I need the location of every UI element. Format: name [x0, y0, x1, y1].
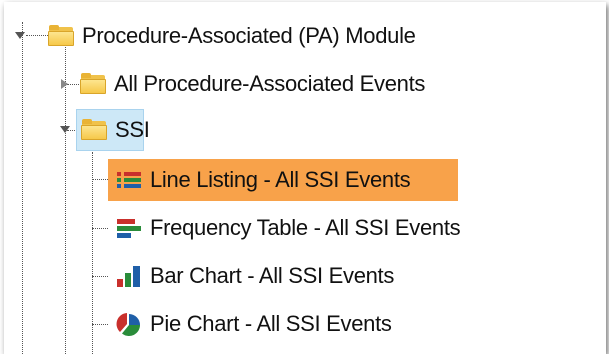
collapse-toggle-ssi[interactable] [60, 126, 70, 133]
expand-toggle-all-events[interactable] [61, 79, 68, 89]
tree-item-pie-chart[interactable]: Pie Chart - All SSI Events [108, 303, 392, 345]
tree-line-child-2 [92, 228, 108, 229]
tree-line-level1 [65, 47, 66, 354]
tree-item-frequency-table[interactable]: Frequency Table - All SSI Events [108, 207, 461, 249]
line-listing-icon [116, 169, 142, 191]
tree-panel: Procedure-Associated (PA) Module All Pro… [4, 2, 606, 354]
tree-item-label: Pie Chart - All SSI Events [150, 311, 392, 336]
bar-chart-icon [116, 265, 142, 287]
pie-chart-icon [116, 313, 142, 337]
tree-item-all-pa-events[interactable]: All Procedure-Associated Events [80, 63, 425, 105]
tree-line-child-3 [92, 276, 108, 277]
expand-toggle-module[interactable] [15, 32, 25, 39]
frequency-table-icon [116, 217, 142, 239]
tree-item-bar-chart[interactable]: Bar Chart - All SSI Events [108, 255, 394, 297]
tree-item-ssi[interactable]: SSI [76, 109, 150, 151]
folder-icon [80, 73, 106, 95]
tree-line-child-1 [92, 179, 108, 180]
tree-item-label: Frequency Table - All SSI Events [150, 215, 461, 240]
tree-item-pa-module[interactable]: Procedure-Associated (PA) Module [48, 15, 416, 57]
tree-item-label: All Procedure-Associated Events [114, 71, 426, 96]
tree-item-line-listing[interactable]: Line Listing - All SSI Events [108, 159, 458, 201]
folder-icon [81, 119, 107, 141]
tree-item-label: SSI [115, 117, 150, 142]
tree-item-label: Line Listing - All SSI Events [150, 167, 411, 192]
tree-line-all-events [67, 84, 79, 85]
tree-line-child-4 [92, 324, 108, 325]
tree-item-label: Procedure-Associated (PA) Module [82, 23, 416, 48]
tree-item-label: Bar Chart - All SSI Events [150, 263, 395, 288]
tree-line-module [26, 35, 48, 36]
tree-line-root [22, 22, 23, 354]
folder-icon [48, 25, 74, 47]
